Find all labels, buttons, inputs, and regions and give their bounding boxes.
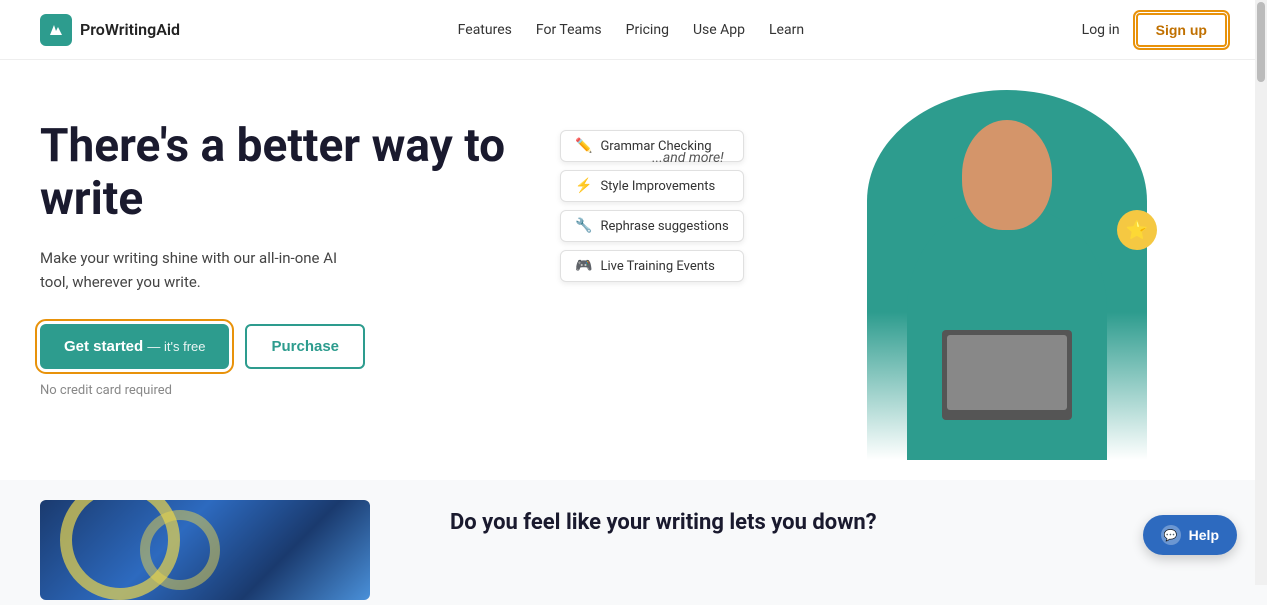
- rephrase-icon: 🔧: [575, 218, 592, 234]
- nav-link-learn[interactable]: Learn: [769, 22, 804, 38]
- training-icon: 🎮: [575, 258, 592, 274]
- feature-pill-training: 🎮 Live Training Events: [560, 250, 744, 282]
- no-credit-text: No credit card required: [40, 383, 560, 398]
- bottom-image: [40, 500, 370, 600]
- feature-pills: ...and more! ✏️ Grammar Checking ⚡ Style…: [560, 130, 744, 282]
- person-head: [962, 120, 1052, 230]
- nav-link-for-teams[interactable]: For Teams: [536, 22, 602, 38]
- logo[interactable]: ProWritingAid: [40, 14, 180, 46]
- help-label: Help: [1189, 527, 1219, 543]
- hero-buttons: Get started — it's free Purchase: [40, 324, 560, 369]
- person-figure: [867, 90, 1147, 460]
- feature-pill-rephrase: 🔧 Rephrase suggestions: [560, 210, 744, 242]
- hero-subtitle: Make your writing shine with our all-in-…: [40, 246, 360, 294]
- get-started-button[interactable]: Get started — it's free: [40, 324, 229, 369]
- logo-icon: [40, 14, 72, 46]
- hero-illustration: ⭐: [847, 90, 1167, 480]
- person-body: [907, 210, 1107, 460]
- training-label: Live Training Events: [600, 259, 714, 274]
- purchase-button[interactable]: Purchase: [245, 324, 365, 369]
- nav-links: Features For Teams Pricing Use App Learn: [458, 22, 804, 38]
- swirl-decoration-2: [140, 510, 220, 590]
- nav-link-features[interactable]: Features: [458, 22, 512, 38]
- style-icon: ⚡: [575, 178, 592, 194]
- bottom-right: Do you feel like your writing lets you d…: [450, 500, 1227, 535]
- grammar-icon: ✏️: [575, 138, 592, 154]
- signup-button[interactable]: Sign up: [1136, 13, 1227, 47]
- laptop: [942, 330, 1072, 420]
- nav-link-pricing[interactable]: Pricing: [626, 22, 669, 38]
- laptop-screen: [947, 335, 1067, 410]
- rephrase-label: Rephrase suggestions: [600, 219, 728, 234]
- nav-link-use-app[interactable]: Use App: [693, 22, 745, 38]
- scrollbar-thumb[interactable]: [1257, 2, 1265, 82]
- scrollbar-track[interactable]: [1255, 0, 1267, 585]
- hero-right: ⭐ ...and more! ✏️ Grammar Checking ⚡ Sty…: [560, 100, 1227, 480]
- login-button[interactable]: Log in: [1082, 22, 1120, 38]
- bottom-title: Do you feel like your writing lets you d…: [450, 510, 1227, 535]
- nav-actions: Log in Sign up: [1082, 13, 1227, 47]
- cta-label: Get started: [64, 338, 143, 355]
- hero-left: There's a better way to write Make your …: [40, 100, 560, 398]
- help-chat-icon: 💬: [1161, 525, 1181, 545]
- navigation: ProWritingAid Features For Teams Pricing…: [0, 0, 1267, 60]
- bottom-section: Do you feel like your writing lets you d…: [0, 480, 1267, 605]
- hero-title: There's a better way to write: [40, 120, 560, 226]
- star-badge: ⭐: [1117, 210, 1157, 250]
- style-label: Style Improvements: [600, 179, 715, 194]
- cta-free-label: — it's free: [147, 339, 205, 354]
- hero-section: There's a better way to write Make your …: [0, 60, 1267, 480]
- and-more-text: ...and more!: [652, 150, 724, 166]
- logo-text: ProWritingAid: [80, 20, 180, 39]
- help-button[interactable]: 💬 Help: [1143, 515, 1237, 555]
- feature-pill-style: ⚡ Style Improvements: [560, 170, 744, 202]
